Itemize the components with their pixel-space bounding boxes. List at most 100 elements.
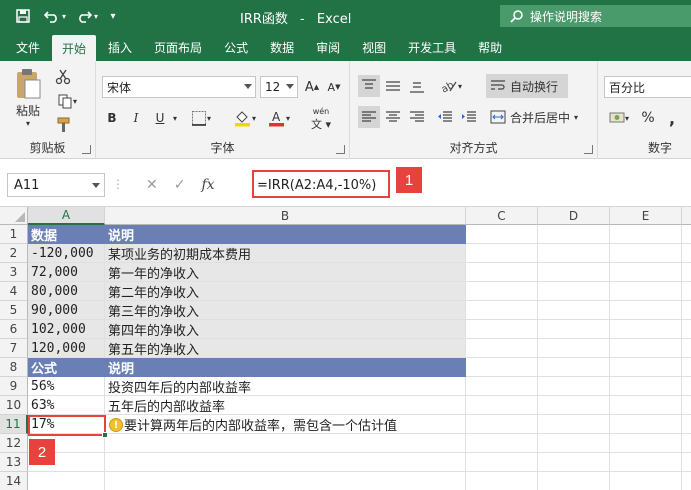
customize-qat-icon[interactable]: ▾ [106,5,120,27]
cell-empty[interactable] [682,358,691,377]
cell-empty[interactable] [682,339,691,358]
cell-empty[interactable] [466,434,538,453]
tell-me-search[interactable]: 操作说明搜索 [500,5,691,27]
tab-formulas[interactable]: 公式 [214,33,258,61]
cell-empty[interactable] [610,263,682,282]
phonetic-guide-icon[interactable]: wén 文 ▾ [304,107,338,131]
cell-empty[interactable] [682,472,691,490]
increase-indent-icon[interactable] [458,106,480,128]
cell-b[interactable]: 第三年的净收入 [105,301,466,320]
bold-button[interactable]: B [102,107,122,129]
cell-a[interactable]: 80,000 [28,282,105,301]
cell-empty[interactable] [538,339,610,358]
merge-center-button[interactable]: 合并后居中 ▾ [486,105,594,129]
cell-empty[interactable] [466,263,538,282]
tab-page-layout[interactable]: 页面布局 [144,33,212,61]
cell-a[interactable] [28,472,105,490]
paste-button[interactable]: 粘贴 ▾ [10,67,46,129]
row-header[interactable]: 2 [0,244,28,263]
copy-icon[interactable]: ▾ [52,91,82,111]
column-header-a[interactable]: A [28,207,105,225]
cell-b[interactable]: 投资四年后的内部收益率 [105,377,466,396]
cell-empty[interactable] [538,263,610,282]
row-header[interactable]: 13 [0,453,28,472]
align-left-icon[interactable] [358,106,380,128]
cell-empty[interactable] [610,339,682,358]
decrease-indent-icon[interactable] [434,106,456,128]
row-header[interactable]: 14 [0,472,28,490]
cell-a[interactable]: 56% [28,377,105,396]
cell-empty[interactable] [610,358,682,377]
cell-empty[interactable] [610,244,682,263]
cell-a[interactable]: 120,000 [28,339,105,358]
cell-empty[interactable] [682,263,691,282]
clipboard-launcher-icon[interactable] [82,145,91,154]
row-header[interactable]: 10 [0,396,28,415]
cell-empty[interactable] [610,396,682,415]
row-header[interactable]: 3 [0,263,28,282]
cell-empty[interactable] [466,282,538,301]
cell-empty[interactable] [682,434,691,453]
cell-b[interactable]: 第四年的净收入 [105,320,466,339]
cell-empty[interactable] [682,415,691,434]
fill-color-icon[interactable]: ▾ [230,107,260,129]
cell-empty[interactable] [538,377,610,396]
cell-empty[interactable] [682,244,691,263]
row-header[interactable]: 1 [0,225,28,244]
tab-view[interactable]: 视图 [352,33,396,61]
cell-empty[interactable] [682,225,691,244]
cell-empty[interactable] [538,358,610,377]
row-header[interactable]: 8 [0,358,28,377]
column-header-f[interactable] [682,207,691,225]
undo-icon[interactable]: ▾ [42,5,68,27]
cell-empty[interactable] [610,415,682,434]
tab-data[interactable]: 数据 [260,33,304,61]
cell-empty[interactable] [466,244,538,263]
accounting-format-icon[interactable]: ▾ [604,107,634,129]
column-header-d[interactable]: D [538,207,610,225]
orientation-icon[interactable]: ab ▾ [434,75,468,97]
alignment-launcher-icon[interactable] [584,145,593,154]
cell-empty[interactable] [466,396,538,415]
cell-empty[interactable] [610,377,682,396]
cell-b[interactable]: 说明 [105,358,466,377]
cell-empty[interactable] [466,472,538,490]
cell-empty[interactable] [538,282,610,301]
cell-b[interactable]: 五年后的内部收益率 [105,396,466,415]
cell-empty[interactable] [466,320,538,339]
font-size-select[interactable]: 12 [260,76,298,98]
cell-empty[interactable] [466,225,538,244]
cell-empty[interactable] [466,453,538,472]
select-all-corner[interactable] [0,207,28,225]
error-warning-icon[interactable]: ! [109,418,123,432]
cell-b[interactable] [105,434,466,453]
align-right-icon[interactable] [406,106,428,128]
cell-b[interactable]: 要计算两年后的内部收益率，需包含一个估计值 [105,415,466,434]
cell-empty[interactable] [538,320,610,339]
tab-home[interactable]: 开始 [52,35,97,61]
cell-a[interactable]: 90,000 [28,301,105,320]
number-format-select[interactable]: 百分比 [604,76,691,98]
cell-empty[interactable] [682,377,691,396]
save-icon[interactable] [10,5,36,27]
cell-empty[interactable] [466,301,538,320]
cell-empty[interactable] [682,396,691,415]
font-launcher-icon[interactable] [336,145,345,154]
cell-empty[interactable] [466,358,538,377]
cell-empty[interactable] [538,453,610,472]
cell-b[interactable]: 某项业务的初期成本费用 [105,244,466,263]
increase-font-button[interactable]: A ▲ [302,76,322,98]
redo-icon[interactable]: ▾ [74,5,100,27]
cell-b[interactable]: 第五年的净收入 [105,339,466,358]
cell-empty[interactable] [610,282,682,301]
cell-b[interactable]: 第一年的净收入 [105,263,466,282]
format-painter-icon[interactable] [52,115,74,135]
fill-handle[interactable] [102,432,108,438]
percent-style-button[interactable]: % [638,107,658,129]
cell-empty[interactable] [610,225,682,244]
cell-a[interactable]: -120,000 [28,244,105,263]
cell-empty[interactable] [610,434,682,453]
cell-b[interactable] [105,472,466,490]
cell-b[interactable]: 第二年的净收入 [105,282,466,301]
cell-a[interactable]: 公式 [28,358,105,377]
